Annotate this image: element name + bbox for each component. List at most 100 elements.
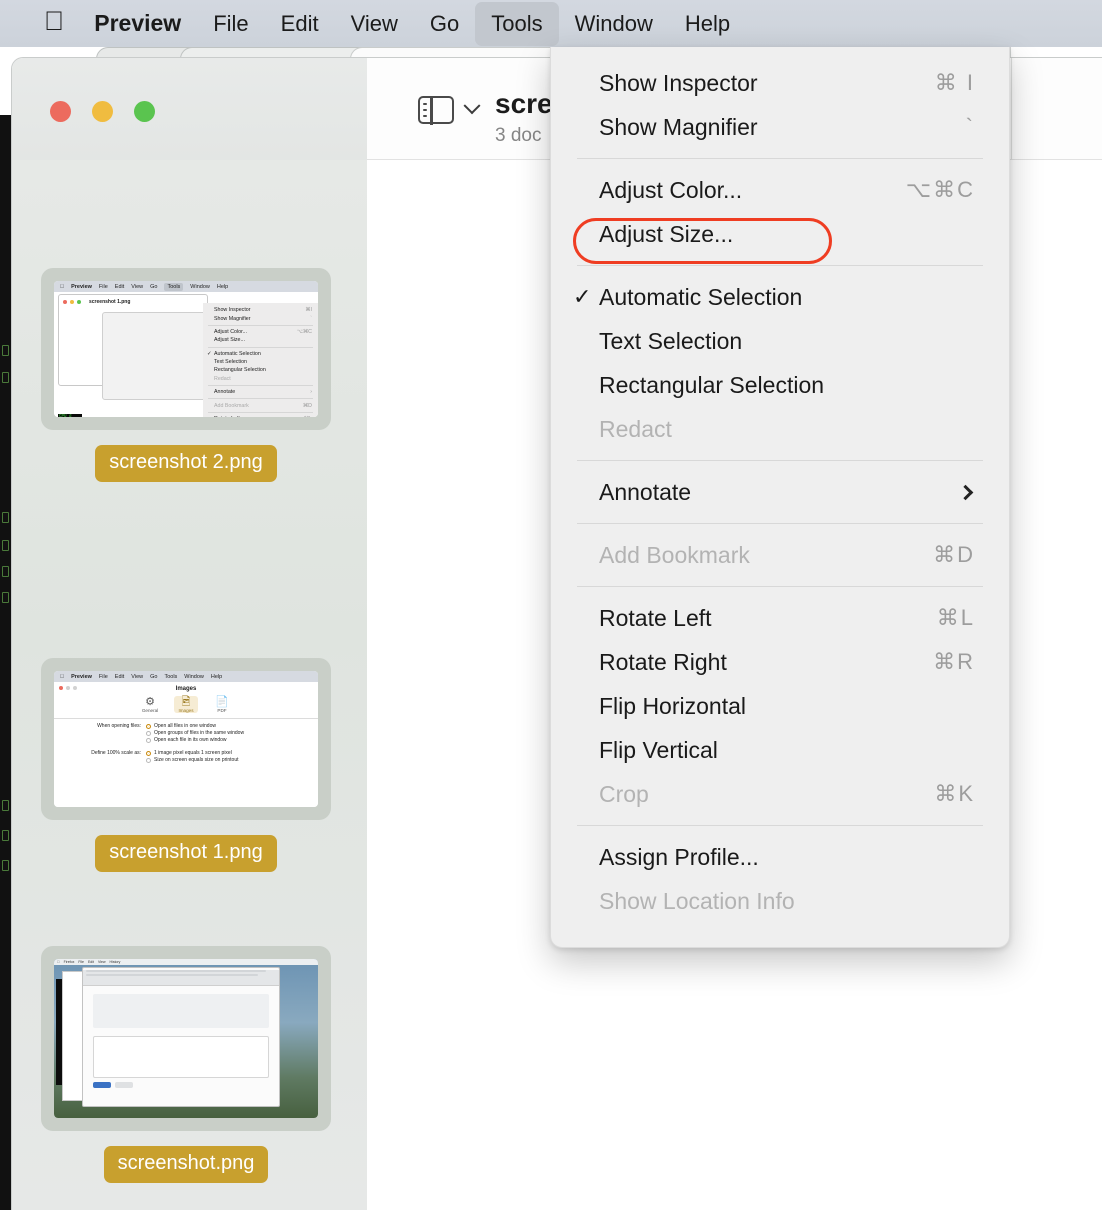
menu-item-flip-vertical[interactable]: Flip Vertical bbox=[551, 728, 1009, 772]
prefs-menu-tools: Tools bbox=[160, 673, 177, 680]
prefs-tabs: ⚙ General 🖻 Images 📄 PDF bbox=[54, 694, 318, 717]
list-item[interactable]:  Preview File Edit View Go Tools Window… bbox=[41, 268, 331, 482]
thumbnail-sidebar[interactable]:  Preview File Edit View Go Tools Window… bbox=[12, 160, 367, 1210]
menu-separator bbox=[577, 158, 983, 159]
terminal-glyph bbox=[2, 512, 9, 523]
menu-item-label: Flip Vertical bbox=[599, 736, 718, 763]
terminal-line: CPU d bbox=[59, 415, 72, 417]
zoom-button[interactable] bbox=[134, 101, 155, 122]
chevron-down-icon[interactable] bbox=[463, 97, 481, 115]
nested-menu-item-label: Automatic Selection bbox=[214, 350, 261, 357]
apple-menu[interactable]:  bbox=[30, 2, 78, 46]
close-button[interactable] bbox=[50, 101, 71, 122]
tab-images: 🖻 Images bbox=[174, 696, 198, 713]
prefs-title: Images bbox=[175, 686, 197, 692]
menu-item-show-magnifier[interactable]: Show Magnifier ` bbox=[551, 105, 1009, 149]
menubar-item-go[interactable]: Go bbox=[414, 2, 475, 46]
menubar-item-file[interactable]: File bbox=[197, 2, 264, 46]
terminal-glyph bbox=[2, 830, 9, 841]
menubar-item-view[interactable]: View bbox=[335, 2, 414, 46]
menu-item-label: Rotate Left bbox=[599, 604, 712, 631]
menu-item-shortcut: ⌘R bbox=[933, 649, 975, 674]
nested-menu-view: View bbox=[127, 283, 143, 290]
menu-item-rotate-left[interactable]: Rotate Left ⌘L bbox=[551, 596, 1009, 640]
menu-item-text-selection[interactable]: Text Selection bbox=[551, 319, 1009, 363]
menu-item-label: Adjust Color... bbox=[599, 176, 743, 203]
menu-item-label: Show Magnifier bbox=[599, 113, 758, 140]
nested-desktop-menubar: FirefoxFileEditViewHistory bbox=[54, 959, 318, 965]
prefs-menu-go: Go bbox=[145, 673, 157, 680]
menu-item-adjust-size[interactable]: Adjust Size... bbox=[551, 212, 1009, 256]
nested-menu-item-shortcut bbox=[306, 337, 312, 343]
menubar-item-tools[interactable]: Tools bbox=[475, 1, 559, 46]
titlebar-sidebar-area bbox=[12, 58, 367, 160]
menu-item-shortcut: ⌘D bbox=[933, 542, 975, 567]
thumbnail-image[interactable]:  Preview File Edit View Go Tools Window… bbox=[41, 658, 331, 820]
nested-menu-item-shortcut: ` bbox=[310, 315, 312, 322]
nested-folder-list: 📁📁📁📁📁 bbox=[82, 416, 100, 417]
thumbnail-image[interactable]:  Preview File Edit View Go Tools Window… bbox=[41, 268, 331, 430]
menu-item-flip-horizontal[interactable]: Flip Horizontal bbox=[551, 684, 1009, 728]
menubar-item-edit[interactable]: Edit bbox=[265, 2, 335, 46]
terminal-glyph bbox=[2, 345, 9, 356]
nested-menu-item-shortcut: ⌘D bbox=[302, 402, 312, 409]
macos-menubar[interactable]:  Preview File Edit View Go Tools Window… bbox=[0, 0, 1102, 47]
sidebar-toggle-button[interactable] bbox=[418, 95, 481, 125]
nested-menu-separator bbox=[208, 411, 313, 413]
nested-menu-preview: Preview bbox=[67, 283, 92, 290]
nested-menu-item-shortcut: ⌥⌘C bbox=[296, 328, 312, 335]
thumbnail-label: screenshot 2.png bbox=[95, 445, 277, 482]
traffic-lights[interactable] bbox=[50, 101, 155, 122]
nested-menu-item: Add Bookmark ⌘D bbox=[203, 401, 318, 409]
menu-item-label: Adjust Size... bbox=[599, 220, 734, 247]
menu-separator bbox=[577, 586, 983, 587]
menubar-item-preview[interactable]: Preview bbox=[78, 2, 197, 46]
tab-label: Images bbox=[178, 708, 194, 713]
menu-item-label: Rectangular Selection bbox=[599, 371, 825, 398]
apple-logo-icon:  bbox=[60, 674, 64, 680]
radio-icon bbox=[146, 730, 151, 736]
menu-item-label: Redact bbox=[599, 415, 672, 442]
menu-item-assign-profile[interactable]: Assign Profile... bbox=[551, 835, 1009, 879]
prefs-options: 1 image pixel equals 1 screen pixel Size… bbox=[146, 750, 239, 764]
menu-item-show-inspector[interactable]: Show Inspector ⌘ I bbox=[551, 61, 1009, 105]
menu-item-label: Text Selection bbox=[599, 327, 743, 354]
menu-item-add-bookmark: Add Bookmark ⌘D bbox=[551, 533, 1009, 577]
tab-label: PDF bbox=[217, 708, 227, 713]
nested-menu-item-shortcut bbox=[306, 359, 312, 365]
terminal-glyph bbox=[2, 860, 9, 871]
images-icon: 🖻 bbox=[181, 696, 191, 708]
list-item[interactable]:  Preview File Edit View Go Tools Window… bbox=[41, 658, 331, 872]
nested-menu-file: File bbox=[94, 283, 108, 290]
nested-menu-item-label: Show Inspector bbox=[214, 307, 251, 314]
menu-item-label: Show Inspector bbox=[599, 69, 758, 96]
menu-separator bbox=[577, 825, 983, 826]
menu-item-automatic-selection[interactable]: ✓ Automatic Selection bbox=[551, 275, 1009, 319]
pdf-icon: 📄 bbox=[215, 696, 229, 708]
thumbnail-image[interactable]: FirefoxFileEditViewHistory bbox=[41, 946, 331, 1131]
menu-item-rotate-right[interactable]: Rotate Right ⌘R bbox=[551, 640, 1009, 684]
page-subtitle: 3 doc bbox=[495, 125, 542, 146]
menu-item-crop: Crop ⌘K bbox=[551, 772, 1009, 816]
nested-menu-help: Help bbox=[212, 283, 228, 290]
menu-item-label: Show Location Info bbox=[599, 887, 795, 914]
nested-menu-separator bbox=[208, 324, 313, 326]
tab-general: ⚙ General bbox=[138, 696, 162, 713]
radio-icon bbox=[146, 750, 151, 756]
option-label: Open all files in one window bbox=[154, 722, 216, 729]
checkmark-icon: ✓ bbox=[573, 284, 592, 309]
menu-item-annotate[interactable]: Annotate bbox=[551, 470, 1009, 514]
minimize-button[interactable] bbox=[92, 101, 113, 122]
screen-root: scre 3 doc  Preview File Edit View bbox=[0, 0, 1102, 1210]
menu-item-rectangular-selection[interactable]: Rectangular Selection bbox=[551, 363, 1009, 407]
tools-dropdown-menu[interactable]: Show Inspector ⌘ I Show Magnifier ` Adju… bbox=[550, 47, 1010, 948]
menubar-item-help[interactable]: Help bbox=[669, 2, 746, 46]
menu-item-adjust-color[interactable]: Adjust Color... ⌥⌘C bbox=[551, 168, 1009, 212]
nested-menu-item-label: Adjust Size... bbox=[214, 337, 245, 344]
menubar-item-window[interactable]: Window bbox=[559, 2, 669, 46]
list-item[interactable]: FirefoxFileEditViewHistory bbox=[41, 946, 331, 1183]
nested-browser-window bbox=[82, 967, 280, 1107]
menu-item-label: Annotate bbox=[599, 478, 692, 505]
nested-menu-item-shortcut: › bbox=[310, 389, 312, 396]
nested-menubar:  Preview File Edit View Go Tools Window… bbox=[54, 671, 318, 682]
